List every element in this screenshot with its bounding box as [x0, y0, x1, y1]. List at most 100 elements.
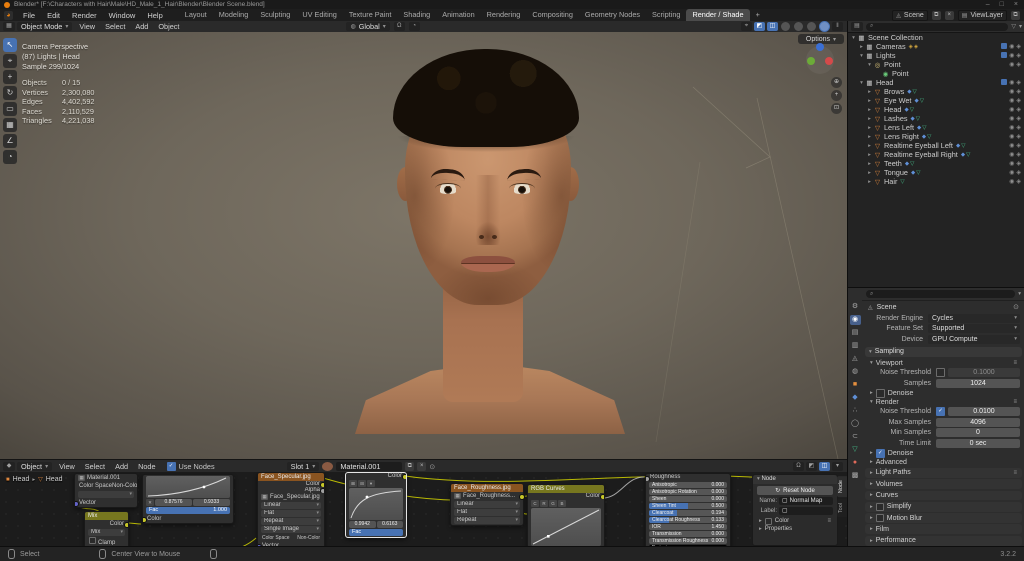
menu-item[interactable]: Render	[66, 11, 103, 20]
workspace-tab[interactable]: UV Editing	[296, 9, 342, 21]
viewport-menu-item[interactable]: Select	[100, 22, 130, 31]
outliner-editor-icon[interactable]: ▤	[851, 22, 863, 31]
outliner-row[interactable]: ▸ ▦ Cameras ◈ ◈ ◉ ◈	[848, 42, 1024, 51]
r-noise-value[interactable]: 0.0100	[948, 407, 1020, 417]
outliner-item-label[interactable]: Lens Right	[884, 132, 919, 141]
minimize-button[interactable]: –	[986, 0, 990, 9]
tab-object[interactable]: ■	[850, 380, 861, 390]
texture-option-dropdown[interactable]: Flat	[261, 510, 321, 517]
blender-menu-icon[interactable]: ◕	[4, 10, 13, 20]
outliner-row[interactable]: ▾ ◎ Point ◉ ◈	[848, 60, 1024, 69]
specular-node-header[interactable]: Face_Specular.jpg	[258, 473, 324, 481]
roughness-input-socket[interactable]	[646, 475, 650, 481]
material-name-field[interactable]: Material.001	[336, 462, 403, 471]
viewport-menu-item[interactable]: Add	[130, 22, 153, 31]
curve-zoom-in-icon[interactable]: ⊞	[349, 480, 357, 487]
tab-data[interactable]: ▽	[850, 445, 861, 455]
node-float-curve[interactable]: ✕ 0.87576 0.9333 Fac 1.000 Color	[142, 474, 234, 524]
use-nodes-checkbox[interactable]	[166, 462, 176, 471]
render-engine-dropdown[interactable]: Cycles	[928, 313, 1020, 323]
expander-icon[interactable]: ▸	[866, 89, 873, 95]
node-image-texture-roughness[interactable]: Face_Roughness.jpg ▦ Face_Roughness... L…	[450, 483, 525, 526]
outliner-item-label[interactable]: Head	[884, 105, 901, 114]
preset-icon[interactable]: ≡	[1013, 360, 1017, 366]
proportional-edit-icon[interactable]: ◔	[408, 22, 420, 31]
viewport-subsection[interactable]: ▾ Viewport ≡	[862, 359, 1024, 368]
node-name-field[interactable]: ▢ Normal Map	[779, 497, 833, 505]
shader-menu-item[interactable]: Add	[110, 462, 133, 471]
expander-icon[interactable]: ▸	[866, 161, 873, 167]
workspace-tab[interactable]: Scripting	[646, 9, 686, 21]
expander-icon[interactable]: ▾	[850, 35, 857, 41]
navigation-gizmo[interactable]	[806, 43, 834, 74]
annotate-tool[interactable]: ∠	[3, 134, 17, 148]
blend-mode-dropdown[interactable]: Mix	[88, 529, 125, 536]
channel-button[interactable]: B	[558, 500, 566, 507]
workspace-tab[interactable]: Shading	[397, 9, 436, 21]
r-denoise-checkbox[interactable]	[875, 448, 885, 458]
shading-solid-icon[interactable]	[793, 21, 804, 32]
outliner-item-label[interactable]: Brows	[884, 87, 904, 96]
expander-icon[interactable]: ▸	[866, 152, 873, 158]
workspace-tab[interactable]: Sculpting	[254, 9, 296, 21]
menu-item[interactable]: Help	[141, 11, 168, 20]
unlink-scene-button[interactable]: ×	[944, 10, 954, 20]
expander-icon[interactable]: ▸	[866, 98, 873, 104]
r-noise-checkbox[interactable]	[936, 407, 945, 417]
properties-section[interactable]: ▸ Film	[865, 524, 1022, 535]
outliner-item-label[interactable]: Realtime Eyeball Right	[884, 150, 958, 159]
bsdf-slider[interactable]: Clearcoat Roughness 0.133	[649, 517, 727, 523]
outliner-item-label[interactable]: Hair	[884, 177, 897, 186]
alpha-output-socket[interactable]	[320, 488, 324, 493]
outliner-item-toggles[interactable]: ◉ ◈	[1009, 124, 1021, 131]
vp-samples-value[interactable]: 1024	[936, 378, 1020, 388]
viewport-3d[interactable]: ↖ ⌖ + ↻ ▭ ▦ ∠ ◔ Camera Perspective (87) …	[0, 32, 847, 459]
expander-icon[interactable]: ▸	[858, 44, 865, 50]
shader-editor-icon[interactable]: ◆	[3, 462, 15, 471]
outliner-row[interactable]: ▸ ▽ Hair ▽ ◉ ◈	[848, 177, 1024, 186]
curve-fac-slider[interactable]: Fac 1.000	[146, 507, 230, 514]
min-samples-value[interactable]: 0	[936, 428, 1020, 438]
rendered-head-model[interactable]	[355, 49, 625, 434]
xray-toggle-icon[interactable]: ◫	[767, 22, 778, 31]
gizmo-toggle-icon[interactable]: ⌖	[741, 22, 752, 31]
new-scene-button[interactable]: ⧉	[931, 10, 941, 20]
reset-node-button[interactable]: ↻ Reset Node	[757, 486, 833, 495]
move-tool[interactable]: +	[3, 70, 17, 84]
outliner-item-label[interactable]: Cameras	[876, 42, 906, 51]
shader-node-canvas[interactable]: ■ Head ▸ ▽ Head ▦ Material.001 Color Spa…	[0, 472, 847, 546]
node-principled-bsdf[interactable]: Roughness Anisotropic 0.000 Anisotropic …	[645, 473, 731, 546]
workspace-tab[interactable]: Compositing	[526, 9, 579, 21]
overlays-toggle-icon[interactable]: ◩	[754, 22, 765, 31]
curve-point-tools[interactable]: ✕	[146, 499, 154, 506]
outliner-options-icon[interactable]: ▾	[1019, 23, 1022, 30]
outliner-search-input[interactable]: ⌕	[866, 22, 1009, 31]
tab-modifiers[interactable]: ◆	[850, 393, 861, 403]
tab-world[interactable]: ◍	[850, 367, 861, 377]
properties-section[interactable]: ▸ Performance	[865, 535, 1022, 546]
shading-rendered-icon[interactable]	[819, 21, 830, 32]
texture-option-dropdown[interactable]: Linear	[454, 501, 520, 508]
vector-socket[interactable]	[75, 501, 79, 507]
image-name[interactable]: Face_Roughness...	[463, 493, 515, 499]
properties-section[interactable]: ▸ Curves	[865, 490, 1022, 501]
color-subpanel[interactable]: ▸ Color ≡	[753, 517, 837, 525]
scale-tool[interactable]: ▭	[3, 102, 17, 116]
section-checkbox[interactable]	[875, 514, 884, 523]
workspace-tab[interactable]: Animation	[436, 9, 480, 21]
curve-widget[interactable]	[531, 508, 601, 546]
outliner-item-toggles[interactable]: ◉ ◈	[1009, 169, 1021, 176]
outliner-item-label[interactable]: Point	[884, 60, 901, 69]
shading-wireframe-icon[interactable]	[780, 21, 791, 32]
tab-scene[interactable]: ◬	[850, 354, 861, 364]
outliner-item-toggles[interactable]: ◉ ◈	[1009, 151, 1021, 158]
outliner-row[interactable]: ▸ ▽ Realtime Eyeball Left ◆ ▽ ◉ ◈	[848, 141, 1024, 150]
workspace-tab[interactable]: Geometry Nodes	[579, 9, 646, 21]
r-denoise-row[interactable]: ▸ Denoise	[862, 448, 1024, 458]
advanced-row[interactable]: ▸ Advanced	[862, 458, 1024, 467]
sidebar-tab[interactable]: Node	[837, 476, 847, 498]
outliner-item-toggles[interactable]: ◉ ◈	[1009, 142, 1021, 149]
sampling-section-header[interactable]: ▾ Sampling	[865, 346, 1022, 357]
axis-z-handle[interactable]	[816, 43, 824, 51]
outliner-row[interactable]: ▸ ▽ Realtime Eyeball Right ◆ ▽ ◉ ◈	[848, 150, 1024, 159]
